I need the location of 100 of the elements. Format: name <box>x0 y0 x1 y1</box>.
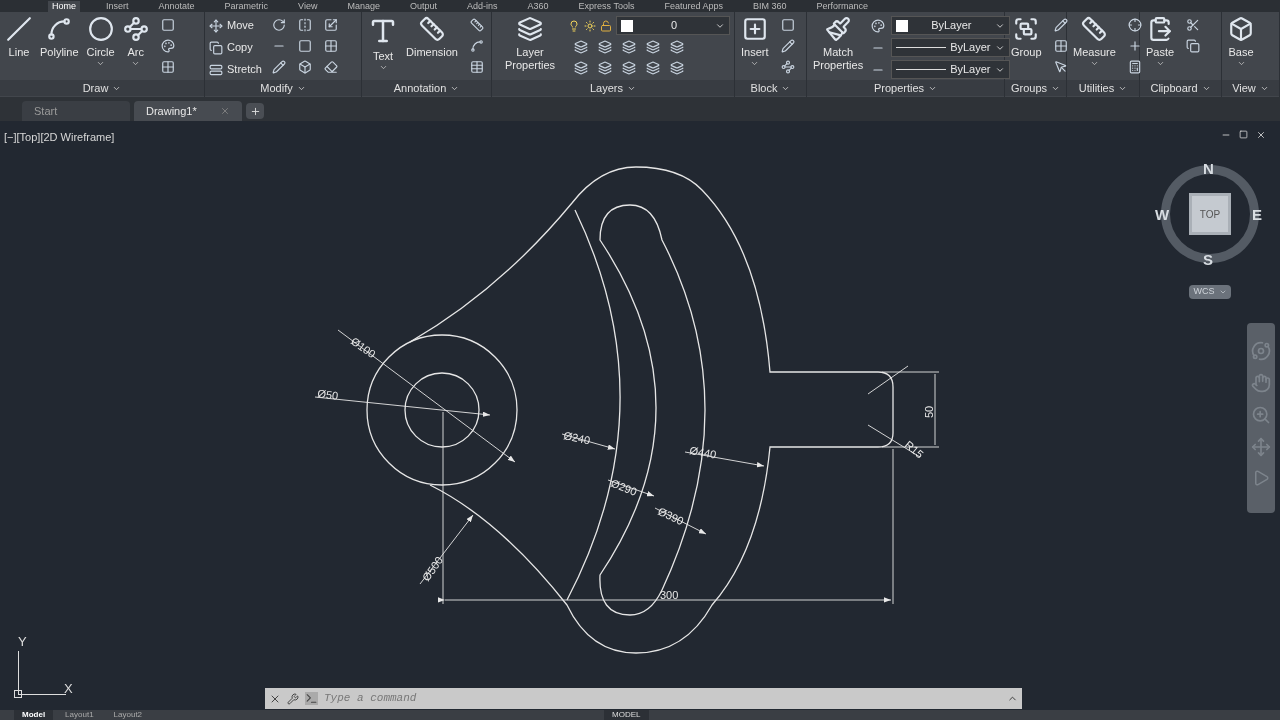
wrench-icon <box>287 692 299 705</box>
dimension-label: Ø390 <box>656 504 686 528</box>
layout-tab[interactable]: Model <box>14 710 54 720</box>
compass-label[interactable]: S <box>1203 249 1213 272</box>
ribbon-tool-button[interactable]: Group <box>1009 16 1044 59</box>
ribbon-tab[interactable]: Insert <box>102 1 133 12</box>
linetype-icon <box>896 47 947 48</box>
document-tab[interactable]: Drawing1* <box>134 101 242 121</box>
tool-icon <box>209 40 223 55</box>
ribbon-tab[interactable]: Manage <box>343 1 384 12</box>
tool-icon <box>741 16 768 42</box>
layout-tab[interactable]: Layout2 <box>105 710 151 720</box>
ribbon-tab[interactable]: Express Tools <box>574 1 639 12</box>
tool-icon <box>87 16 114 42</box>
property-dropdown[interactable]: ByLayer <box>891 60 1010 79</box>
caret-icon <box>131 59 141 68</box>
prompt-icon <box>305 692 318 705</box>
ribbon-tab[interactable]: A360 <box>523 1 553 12</box>
viewcube-face[interactable]: TOP <box>1189 193 1231 235</box>
tool-icon[interactable] <box>668 38 686 56</box>
ribbon-tool-button[interactable]: Text <box>366 16 400 72</box>
tool-icon <box>1081 16 1108 42</box>
caret-icon <box>750 59 760 68</box>
tool-icon[interactable] <box>668 59 686 77</box>
axis-label: X <box>64 680 73 698</box>
close-icon <box>220 106 230 116</box>
tool-icon[interactable] <box>620 38 638 56</box>
compass-label[interactable]: N <box>1203 158 1214 181</box>
ribbon-tab[interactable]: Annotate <box>154 1 199 12</box>
property-dropdown[interactable]: ByLayer <box>891 16 1010 35</box>
dimension-label: Ø50 <box>316 387 339 402</box>
ribbon-tool-button[interactable]: Measure <box>1071 16 1118 68</box>
ribbon-tab[interactable]: View <box>294 1 322 12</box>
ribbon-tool-button[interactable]: Circle <box>84 16 117 68</box>
tool-icon <box>46 16 73 42</box>
dimension-label: Ø240 <box>562 429 592 447</box>
tool-icon[interactable] <box>596 38 614 56</box>
ribbon-tab[interactable]: Output <box>405 1 441 12</box>
ribbon-small-button[interactable]: Move <box>209 16 262 35</box>
color-swatch-icon <box>896 19 909 32</box>
ribbon-tool-button[interactable]: Insert <box>739 16 771 68</box>
ribbon-tool-button[interactable]: Arc <box>120 16 151 68</box>
axis-label: Y <box>18 633 27 651</box>
ribbon-tab[interactable]: Parametric <box>220 1 273 12</box>
tool-icon <box>209 62 223 77</box>
tool-icon <box>6 16 32 42</box>
tool-icon <box>419 16 445 42</box>
tool-icon[interactable] <box>572 59 590 77</box>
ribbon-tab[interactable]: Featured Apps <box>660 1 727 12</box>
caret-icon <box>96 59 106 68</box>
ribbon-tab[interactable]: Home <box>48 1 80 12</box>
ribbon-tool-button[interactable]: Layer Properties <box>496 16 564 72</box>
caret-icon <box>378 63 388 72</box>
property-dropdown[interactable]: 0 <box>616 16 730 35</box>
dimension-label: Ø290 <box>609 476 639 498</box>
caret-icon <box>1218 288 1227 296</box>
ribbon-tool-button[interactable]: Paste <box>1144 16 1177 68</box>
ribbon-tab[interactable]: Performance <box>812 1 872 12</box>
dimension-label: 300 <box>660 589 679 601</box>
dimension-label: R15 <box>902 438 926 461</box>
new-tab-button[interactable] <box>246 103 264 119</box>
tool-icon[interactable] <box>644 59 662 77</box>
tool-icon <box>122 16 149 42</box>
layout-tab[interactable]: Layout1 <box>57 710 102 720</box>
sun-icon <box>584 19 596 32</box>
caret-icon <box>1089 59 1099 68</box>
ribbon-tab[interactable]: Add-ins <box>463 1 502 12</box>
ribbon-tool-button[interactable]: Dimension <box>404 16 460 59</box>
tool-icon <box>209 18 223 33</box>
tool-icon <box>1147 16 1174 42</box>
compass-label[interactable]: W <box>1155 204 1170 227</box>
tool-icon[interactable] <box>596 59 614 77</box>
restore-icon <box>1239 130 1248 139</box>
ribbon-tool-button[interactable]: Polyline <box>38 16 81 59</box>
ribbon-small-button[interactable]: Stretch <box>209 60 262 79</box>
plus-icon <box>249 105 261 117</box>
panel-title[interactable]: Draw <box>82 79 109 97</box>
ribbon-tool-button[interactable]: Match Properties <box>811 16 866 72</box>
command-input[interactable]: Type a command <box>324 690 1001 707</box>
linetype-icon <box>896 69 947 70</box>
tool-icon <box>825 16 852 42</box>
ribbon-tab[interactable]: BIM 360 <box>748 1 791 12</box>
compass-label[interactable]: E <box>1252 204 1262 227</box>
ribbon-tool-button[interactable]: Line <box>4 16 34 59</box>
ribbon-small-button[interactable]: Copy <box>209 38 262 57</box>
close-icon <box>1256 130 1266 140</box>
property-dropdown[interactable]: ByLayer <box>891 38 1010 57</box>
dimension-label: 50 <box>923 405 935 418</box>
viewport-label[interactable]: [−][Top][2D Wireframe] <box>4 129 115 146</box>
tool-icon[interactable] <box>644 38 662 56</box>
document-tab[interactable]: Start <box>22 101 130 121</box>
status-mode-button[interactable]: MODEL <box>604 710 649 720</box>
ribbon-tool-button[interactable]: Base <box>1226 16 1256 68</box>
tool-icon[interactable] <box>572 38 590 56</box>
tool-icon <box>1228 16 1254 42</box>
tool-icon[interactable] <box>620 59 638 77</box>
panel-title[interactable]: Layers <box>590 79 623 97</box>
caret-icon <box>1155 59 1165 68</box>
caret-icon <box>1236 59 1246 68</box>
color-swatch-icon <box>621 19 633 32</box>
